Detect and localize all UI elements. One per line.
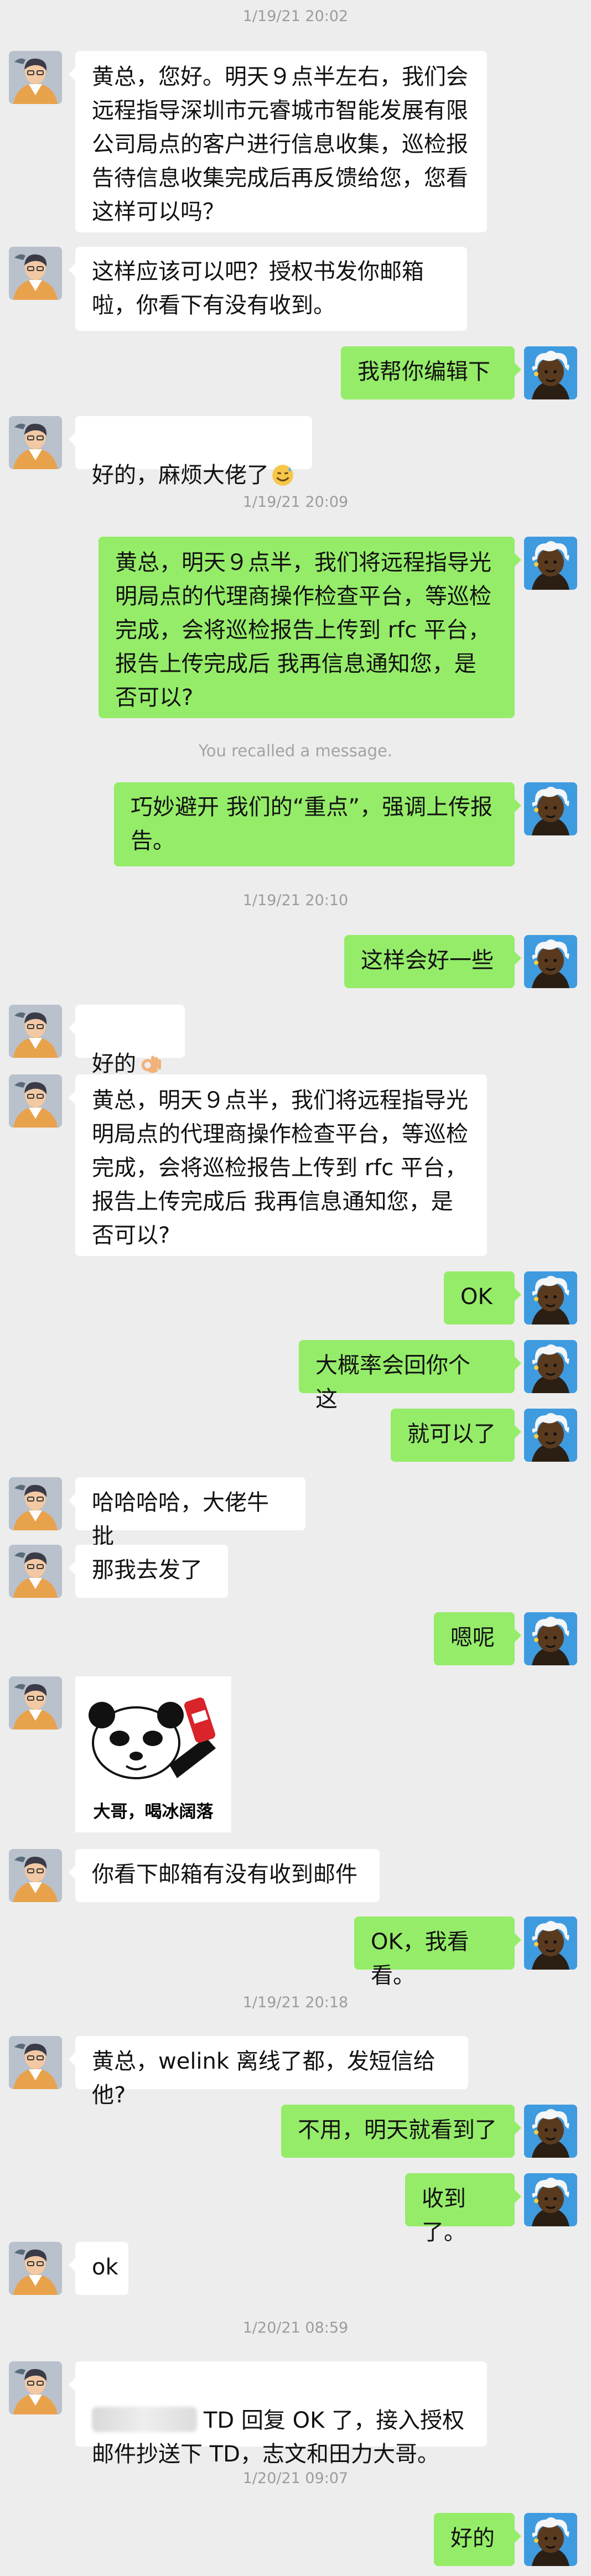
my-avatar[interactable]	[524, 782, 577, 835]
contact-avatar[interactable]	[9, 2036, 62, 2089]
message-bubble[interactable]: 嗯呢	[434, 1612, 521, 1665]
my-avatar[interactable]	[524, 2173, 577, 2226]
my-avatar[interactable]	[524, 1409, 577, 1462]
message-bubble[interactable]: OK	[444, 1271, 521, 1325]
message-bubble[interactable]: 就可以了	[391, 1409, 521, 1462]
my-avatar[interactable]	[524, 2513, 577, 2566]
message-bubble[interactable]: 好的	[69, 1005, 185, 1077]
timestamp: 1/19/21 20:09	[242, 494, 349, 511]
contact-avatar[interactable]	[9, 1676, 62, 1730]
my-avatar[interactable]	[524, 537, 577, 590]
timestamp: 1/20/21 09:07	[242, 2470, 349, 2487]
panda-meme-icon	[89, 1697, 216, 1779]
message-bubble[interactable]: 哈哈哈哈，大佬牛批	[69, 1477, 305, 1549]
my-avatar[interactable]	[524, 1612, 577, 1665]
message-bubble[interactable]: ok	[69, 2242, 128, 2295]
message-bubble[interactable]: 大概率会回你个 这	[299, 1340, 521, 1412]
sticker-image[interactable]: 大哥，喝冰阔落	[75, 1676, 231, 1832]
contact-avatar[interactable]	[9, 247, 62, 300]
message-bubble[interactable]: 不用，明天就看到了	[281, 2105, 521, 2158]
contact-avatar[interactable]	[9, 1074, 62, 1128]
contact-avatar[interactable]	[9, 1545, 62, 1598]
message-bubble[interactable]: 黄总，您好。明天９点半左右，我们会远程指导深圳市元睿城市智能发展有限公司局点的客…	[69, 51, 487, 232]
my-avatar[interactable]	[524, 935, 577, 988]
message-bubble[interactable]: TD 回复 OK 了，接入授权邮件抄送下 TD，志文和田力大哥。	[69, 2361, 487, 2467]
message-bubble[interactable]: 我帮你编辑下	[341, 346, 521, 399]
my-avatar[interactable]	[524, 1271, 577, 1325]
message-bubble[interactable]: 这样应该可以吧？授权书发你邮箱啦，你看下有没有收到。	[69, 247, 467, 331]
timestamp: 1/19/21 20:02	[242, 8, 349, 25]
timestamp: 1/19/21 20:10	[242, 892, 349, 909]
contact-avatar[interactable]	[9, 2361, 62, 2414]
message-bubble[interactable]: 黄总，明天９点半，我们将远程指导光明局点的代理商操作检查平台，等巡检完成，会将巡…	[69, 1074, 487, 1256]
redacted-name	[92, 2407, 197, 2432]
message-bubble[interactable]: 黄总，welink 离线了都，发短信给他?	[69, 2036, 468, 2108]
message-bubble[interactable]: 收到了。	[405, 2173, 521, 2245]
contact-avatar[interactable]	[9, 416, 62, 469]
my-avatar[interactable]	[524, 1917, 577, 1970]
message-bubble[interactable]: 好的	[434, 2513, 521, 2566]
contact-avatar[interactable]	[9, 1477, 62, 1530]
my-avatar[interactable]	[524, 1340, 577, 1393]
my-avatar[interactable]	[524, 346, 577, 399]
message-bubble[interactable]: 那我去发了	[69, 1545, 228, 1598]
message-bubble[interactable]: 好的，麻烦大佬了	[69, 416, 312, 488]
sweat-smile-emoji-icon	[272, 465, 293, 486]
sticker-caption: 大哥，喝冰阔落	[93, 1802, 214, 1822]
contact-avatar[interactable]	[9, 51, 62, 104]
ok-hand-emoji-icon	[141, 1056, 161, 1073]
contact-avatar[interactable]	[9, 1005, 62, 1058]
message-bubble[interactable]: 这样会好一些	[344, 935, 521, 988]
message-bubble[interactable]: OK，我看看。	[354, 1917, 521, 1988]
message-text: 好的，麻烦大佬了	[92, 463, 269, 488]
message-bubble[interactable]: 巧妙避开 我们的“重点”，强调上传报告。	[114, 782, 521, 866]
message-bubble[interactable]: 你看下邮箱有没有收到邮件	[69, 1849, 380, 1902]
recalled-notice: You recalled a message.	[198, 741, 393, 760]
timestamp: 1/19/21 20:18	[242, 1994, 349, 2011]
contact-avatar[interactable]	[9, 2242, 62, 2295]
message-text: 好的	[92, 1051, 136, 1077]
message-bubble[interactable]: 黄总，明天９点半，我们将远程指导光明局点的代理商操作检查平台，等巡检完成，会将巡…	[98, 537, 521, 718]
timestamp: 1/20/21 08:59	[242, 2319, 349, 2336]
my-avatar[interactable]	[524, 2105, 577, 2158]
contact-avatar[interactable]	[9, 1849, 62, 1902]
